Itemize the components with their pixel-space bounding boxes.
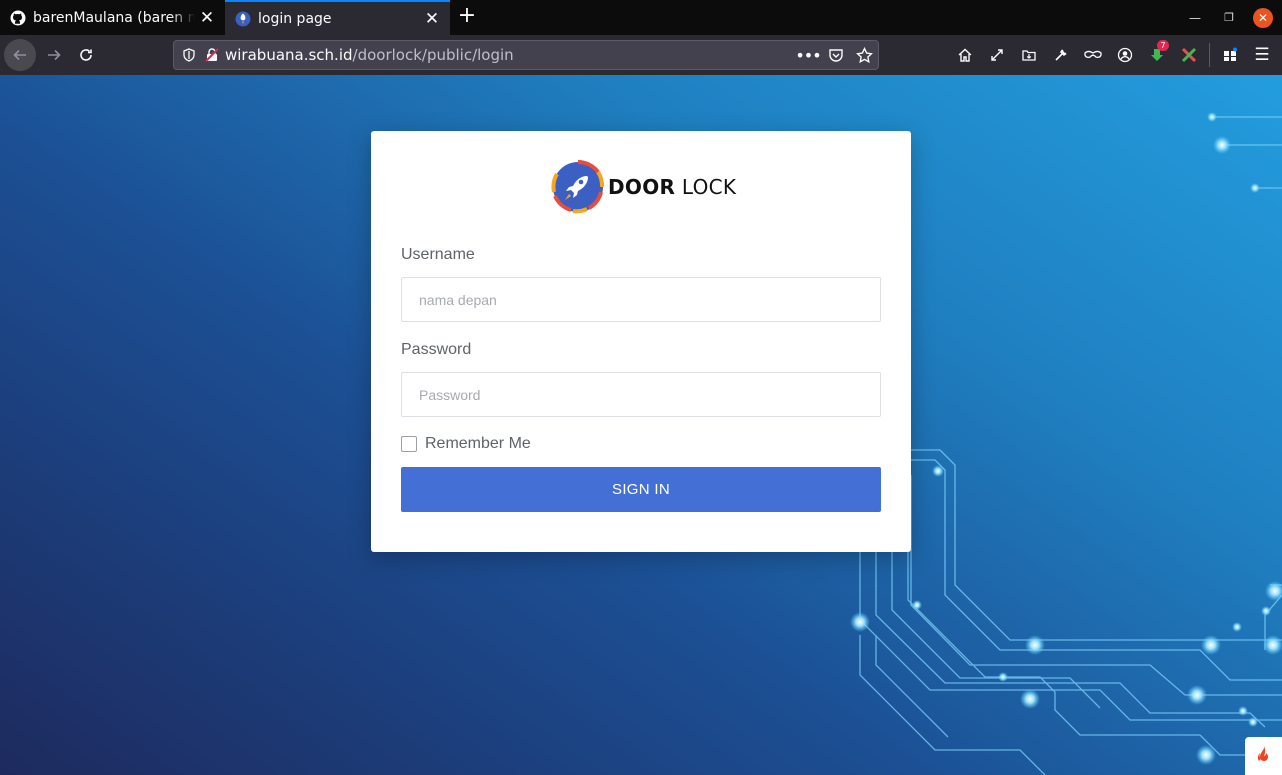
notification-badge: 7 xyxy=(1157,40,1169,51)
remember-me-label[interactable]: Remember Me xyxy=(425,435,531,453)
reload-icon xyxy=(80,49,92,61)
browser-toolbar: wirabuana.sch.id/doorlock/public/login •… xyxy=(0,35,1282,75)
browser-tab-strip: barenMaulana (baren maulana) ✕ login pag… xyxy=(0,0,1282,35)
address-bar[interactable]: wirabuana.sch.id/doorlock/public/login xyxy=(173,40,879,70)
pocket-icon[interactable] xyxy=(825,44,847,66)
extensions-icon[interactable] xyxy=(1219,44,1241,66)
close-tab-icon[interactable]: ✕ xyxy=(420,7,444,31)
shield-icon xyxy=(183,48,195,62)
new-tab-button[interactable]: + xyxy=(455,5,479,29)
username-input[interactable] xyxy=(401,277,881,322)
brand-name: DOOR LOCK xyxy=(608,175,736,199)
restore-icon[interactable]: ❐ xyxy=(1220,9,1238,27)
arrow-left-icon xyxy=(13,49,26,61)
bookmark-star-icon[interactable] xyxy=(853,44,875,66)
username-label: Username xyxy=(401,246,475,263)
rocket-icon xyxy=(235,11,251,26)
downloads-folder-icon[interactable] xyxy=(1018,44,1040,66)
tab-title: login page xyxy=(258,10,332,27)
forward-button[interactable] xyxy=(38,39,70,71)
close-tab-icon[interactable]: ✕ xyxy=(195,6,219,30)
home-icon[interactable] xyxy=(954,44,976,66)
download-manager-icon[interactable]: 7 xyxy=(1146,40,1169,66)
tab-title: barenMaulana (baren maulana) xyxy=(33,9,195,26)
remember-me-checkbox[interactable] xyxy=(401,436,417,452)
extension-cross-icon[interactable] xyxy=(1178,44,1200,66)
arrow-right-icon xyxy=(48,49,61,61)
tab-github[interactable]: barenMaulana (baren maulana) ✕ xyxy=(0,0,225,35)
url-host: wirabuana.sch.id xyxy=(225,46,353,64)
url-path: /doorlock/public/login xyxy=(352,46,514,64)
rocket-logo-icon xyxy=(551,160,605,214)
page-actions-icon[interactable]: ••• xyxy=(795,44,821,66)
sign-in-button[interactable]: SIGN IN xyxy=(401,467,881,512)
codeigniter-flame-icon[interactable] xyxy=(1245,737,1282,775)
brand: DOOR LOCK xyxy=(551,160,736,214)
remember-me-row: Remember Me xyxy=(401,435,531,453)
toolbar-separator xyxy=(1209,43,1210,67)
github-icon xyxy=(10,10,26,25)
page-content: DOOR LOCK Username Password Remember Me … xyxy=(0,75,1282,775)
insecure-lock-icon xyxy=(205,48,219,62)
password-input[interactable] xyxy=(401,372,881,417)
fullscreen-icon[interactable] xyxy=(986,44,1008,66)
url-text: wirabuana.sch.id/doorlock/public/login xyxy=(225,46,514,64)
login-card: DOOR LOCK Username Password Remember Me … xyxy=(371,131,911,552)
close-window-icon[interactable]: ✕ xyxy=(1253,8,1273,28)
private-mask-icon[interactable] xyxy=(1082,44,1104,66)
reload-button[interactable] xyxy=(70,39,102,71)
password-label: Password xyxy=(401,341,472,358)
account-icon[interactable] xyxy=(1114,44,1136,66)
tab-login-page[interactable]: login page ✕ xyxy=(225,0,450,35)
brand-bold: DOOR xyxy=(608,175,676,199)
minimize-icon[interactable]: — xyxy=(1186,9,1204,27)
brand-light: LOCK xyxy=(675,175,737,199)
menu-hamburger-icon[interactable]: ☰ xyxy=(1251,44,1273,66)
back-button[interactable] xyxy=(4,39,36,71)
wrench-icon[interactable] xyxy=(1050,44,1072,66)
